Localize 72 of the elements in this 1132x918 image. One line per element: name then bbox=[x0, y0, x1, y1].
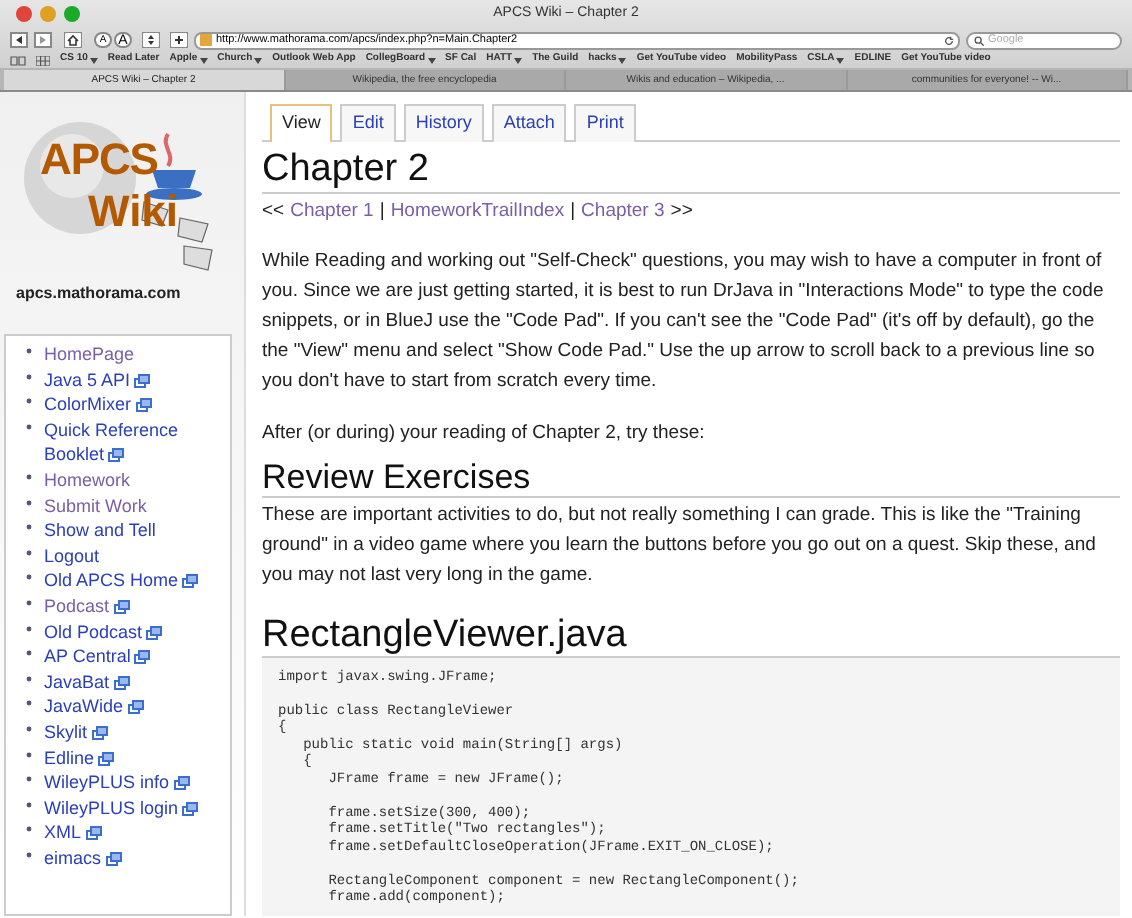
add-bookmark-icon[interactable] bbox=[170, 32, 188, 48]
reader-icon[interactable] bbox=[142, 32, 160, 48]
bullet-icon bbox=[26, 373, 32, 380]
sidebar-link[interactable]: AP Central bbox=[44, 644, 151, 670]
sidebar-link[interactable]: eimacs bbox=[44, 845, 122, 871]
sidebar-link[interactable]: Skylit bbox=[44, 719, 108, 745]
logo-text: Wiki bbox=[88, 190, 179, 234]
page-tab[interactable]: Edit bbox=[340, 104, 396, 141]
sidebar-link[interactable]: JavaBat bbox=[44, 669, 130, 695]
logo-domain: apcs.mathorama.com bbox=[16, 282, 181, 306]
book-icon[interactable] bbox=[10, 55, 26, 65]
breadcrumb-link[interactable]: Chapter 3 bbox=[581, 197, 665, 226]
sidebar-link[interactable]: Logout bbox=[44, 543, 100, 569]
back-button[interactable] bbox=[10, 32, 28, 48]
bullet-icon bbox=[26, 398, 32, 405]
bullet-icon bbox=[26, 725, 32, 732]
breadcrumb-link[interactable]: HomeworkTrailIndex bbox=[390, 197, 565, 226]
breadcrumb-separator: << bbox=[262, 197, 285, 225]
sidebar-link[interactable]: JavaWide bbox=[44, 694, 144, 720]
breadcrumb-separator: | bbox=[570, 197, 576, 225]
sidebar-link[interactable]: Old Podcast bbox=[44, 619, 163, 645]
bullet-icon bbox=[26, 801, 32, 808]
sidebar-link[interactable]: HomePage bbox=[44, 342, 135, 368]
grid-icon[interactable] bbox=[36, 55, 50, 65]
site-icon bbox=[200, 34, 212, 46]
page-tab[interactable]: View bbox=[270, 104, 333, 141]
sidebar-link[interactable]: Edline bbox=[44, 745, 115, 771]
paragraph: These are important activities to do, but not really something I can grade. This is like the "Training ground" in a video game where you learn the buttons before you go out on a quest. Skip these, and you may not last very long in the game. bbox=[262, 501, 1098, 590]
bullet-icon bbox=[26, 524, 32, 531]
page-tab[interactable]: Attach bbox=[491, 104, 567, 141]
bullet-icon bbox=[26, 776, 32, 783]
search-icon bbox=[974, 35, 984, 45]
site-logo[interactable]: APCS Wiki apcs.mathorama.com bbox=[16, 102, 228, 318]
sidebar-link[interactable]: ColorMixer bbox=[44, 392, 152, 418]
bullet-icon bbox=[26, 826, 32, 833]
breadcrumb-separator: | bbox=[379, 197, 385, 225]
sidebar-link[interactable]: WileyPLUS login bbox=[44, 795, 199, 821]
bullet-icon bbox=[26, 751, 32, 757]
sidebar-link[interactable]: Java 5 API bbox=[44, 367, 151, 393]
bullet-icon bbox=[26, 625, 32, 632]
section-heading: Review Exercises bbox=[262, 457, 1120, 498]
page-title: Chapter 2 bbox=[262, 147, 1120, 193]
bullet-icon bbox=[26, 423, 32, 430]
reload-icon[interactable] bbox=[944, 35, 954, 45]
close-button[interactable] bbox=[16, 6, 32, 22]
sidebar-link[interactable]: Old APCS Home bbox=[44, 568, 199, 594]
bullet-icon bbox=[26, 700, 32, 707]
sidebar-link[interactable]: Homework bbox=[44, 467, 131, 494]
forward-button[interactable] bbox=[34, 32, 52, 48]
bullet-icon bbox=[26, 473, 32, 480]
sidebar-link[interactable]: WileyPLUS info bbox=[44, 770, 190, 796]
paragraph: After (or during) your reading of Chapter 2, try these: bbox=[262, 419, 707, 448]
bullet-icon bbox=[26, 348, 32, 354]
bullet-icon bbox=[26, 499, 32, 506]
bullet-icon bbox=[26, 599, 32, 606]
page-tab[interactable]: History bbox=[403, 104, 484, 141]
bullet-icon bbox=[26, 650, 32, 657]
page-tab[interactable]: Print bbox=[574, 104, 636, 141]
sidebar-link[interactable]: Submit Work bbox=[44, 493, 147, 519]
bullet-icon bbox=[26, 549, 32, 556]
sidebar-link[interactable]: Show and Tell bbox=[44, 518, 156, 544]
sidebar-link[interactable]: Podcast bbox=[44, 593, 130, 620]
bullet-icon bbox=[26, 574, 32, 581]
sidebar-link[interactable]: XML bbox=[44, 820, 102, 846]
bullet-icon bbox=[26, 675, 32, 682]
sidebar-link[interactable]: Quick Reference Booklet bbox=[44, 417, 230, 468]
paragraph: While Reading and working out "Self-Check" questions, you may wish to have a computer in front of you. Since we are just getting started, it is best to run DrJava in "Interactions Mode" to type the code snippets, or in BlueJ use the "Code Pad". If you can't see the "Code Pad" (it's off by default), go the the "View" menu and select "Show Code Pad." Use the up arrow to scroll back to a previous line so you don't have to start from scratch every time. bbox=[262, 247, 1106, 396]
logo-text: APCS bbox=[40, 138, 158, 182]
bullet-icon bbox=[26, 851, 32, 858]
breadcrumb-link[interactable]: Chapter 1 bbox=[290, 197, 374, 226]
breadcrumb-separator: >> bbox=[670, 197, 693, 225]
home-icon[interactable] bbox=[64, 32, 82, 48]
